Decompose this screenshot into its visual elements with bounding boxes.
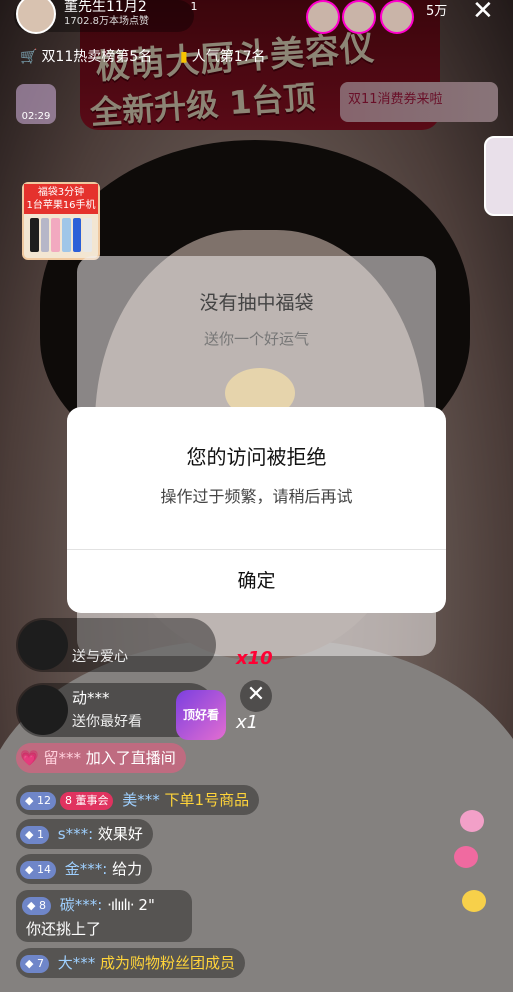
- confirm-button[interactable]: 确定: [67, 550, 446, 613]
- chat-text: 效果好: [97, 825, 143, 843]
- gift-desc: 送你最好看: [72, 714, 142, 730]
- avatar[interactable]: [16, 0, 56, 34]
- viewer-avatar[interactable]: [342, 0, 376, 34]
- club-name: 董事会: [75, 793, 109, 807]
- level-number: 12: [36, 793, 51, 807]
- host-likes: 1702.8万本场点赞: [64, 16, 149, 27]
- dialog-title: 您的访问被拒绝: [186, 445, 327, 469]
- phone-swatch: [83, 218, 93, 252]
- club-level: 8: [64, 793, 72, 807]
- chat-user[interactable]: 大***: [58, 954, 96, 972]
- gift-desc: 送与爱心: [72, 649, 128, 665]
- like-bubble: [460, 810, 484, 832]
- chat-text: 你还挑上了: [26, 920, 102, 938]
- result-subtitle: 送你一个好运气: [203, 330, 309, 348]
- countdown-time: 02:29: [21, 111, 51, 122]
- like-animation: [452, 810, 492, 930]
- chat-message: ◆ 14 金***: 给力: [16, 854, 153, 884]
- rank-badge-popular[interactable]: ▮ 人气第17名: [180, 46, 266, 66]
- result-title: 没有抽中福袋: [199, 292, 314, 314]
- chat-text: 加入了直播间: [85, 749, 176, 767]
- rank-label: 双11热卖榜第5名: [41, 49, 153, 65]
- chat-user[interactable]: 金***:: [65, 860, 108, 878]
- close-icon[interactable]: ✕: [240, 680, 272, 712]
- phone-swatch: [62, 218, 71, 252]
- side-widget[interactable]: [484, 136, 513, 216]
- gift-count: x10: [236, 648, 273, 669]
- dialog-message: 操作过于频繁，请稍后再试: [160, 487, 353, 506]
- chat-voice-message: ◆ 8 碳***: ·ılıılı· 2" 你还挑上了: [16, 890, 192, 942]
- phone-image: [24, 214, 98, 256]
- host-info[interactable]: 董先生11月2 1702.8万本场点赞: [14, 0, 194, 34]
- level-badge: ◆ 1: [20, 825, 49, 844]
- chat-text: 成为购物粉丝团成员: [100, 954, 236, 972]
- phone-swatch: [51, 218, 61, 252]
- bar-chart-icon: ▮: [180, 49, 188, 65]
- like-bubble: [462, 890, 486, 912]
- level-number: 7: [36, 956, 44, 970]
- phone-swatch: [30, 218, 39, 252]
- level-badge: ◆ 12: [20, 791, 56, 810]
- voice-wave-icon[interactable]: ·ılıılı·: [107, 896, 135, 914]
- viewer-avatar[interactable]: [306, 0, 340, 34]
- viewer-badge: 1: [190, 0, 198, 13]
- avatar[interactable]: [18, 685, 68, 735]
- level-number: 14: [36, 862, 51, 876]
- lucky-bag-title-line: 1台苹果16手机: [26, 200, 96, 211]
- cart-icon: 🛒: [20, 49, 38, 65]
- chat-order-message: ◆ 12 8 董事会 美*** 下单1号商品: [16, 785, 260, 815]
- avatar[interactable]: [18, 620, 68, 670]
- rank-badge-hot[interactable]: 🛒 双11热卖榜第5名: [20, 46, 152, 66]
- heart-icon: 💗: [20, 749, 39, 767]
- viewer-avatar[interactable]: [380, 0, 414, 34]
- chat-text: 给力: [112, 860, 143, 878]
- chat-user[interactable]: 碳***:: [60, 896, 103, 914]
- phone-swatch: [40, 218, 50, 252]
- chat-fans-message: ◆ 7 大*** 成为购物粉丝团成员: [16, 948, 246, 978]
- voice-duration: 2": [138, 896, 155, 914]
- gift-sender: 动***: [72, 689, 110, 707]
- access-denied-dialog: 您的访问被拒绝 操作过于频繁，请稍后再试 确定: [67, 407, 446, 613]
- online-count[interactable]: 5万: [426, 0, 447, 19]
- level-badge: ◆ 8: [22, 896, 51, 915]
- club-badge: 8 董事会: [59, 791, 114, 810]
- chat-user[interactable]: s***:: [58, 825, 93, 843]
- lucky-bag-title: 福袋3分钟 1台苹果16手机: [24, 184, 98, 214]
- chat-join-message: 💗 留*** 加入了直播间: [16, 743, 186, 773]
- level-number: 8: [38, 898, 46, 912]
- chat-voice-header: ◆ 8 碳***: ·ılıılı· 2": [22, 894, 155, 915]
- chat-text: 下单1号商品: [164, 791, 250, 809]
- level-badge: ◆ 14: [20, 860, 56, 879]
- gift-image: 顶好看: [176, 690, 226, 740]
- like-bubble: [454, 846, 478, 868]
- chat-user[interactable]: 美***: [122, 791, 160, 809]
- level-number: 1: [36, 827, 44, 841]
- close-icon[interactable]: ✕: [472, 0, 494, 26]
- gift-count: x1: [236, 712, 259, 733]
- chat-message: ◆ 1 s***: 效果好: [16, 819, 153, 849]
- lucky-bag-card[interactable]: 福袋3分钟 1台苹果16手机: [22, 182, 100, 260]
- lucky-bag-title-line: 福袋3分钟: [37, 187, 85, 198]
- level-badge: ◆ 7: [20, 954, 49, 973]
- phone-swatch: [72, 218, 82, 252]
- chat-user[interactable]: 留***: [43, 749, 81, 767]
- rank-label: 人气第17名: [191, 49, 266, 65]
- gift-notification: 送与爱心: [16, 618, 216, 672]
- countdown-widget[interactable]: 02:29: [16, 84, 56, 124]
